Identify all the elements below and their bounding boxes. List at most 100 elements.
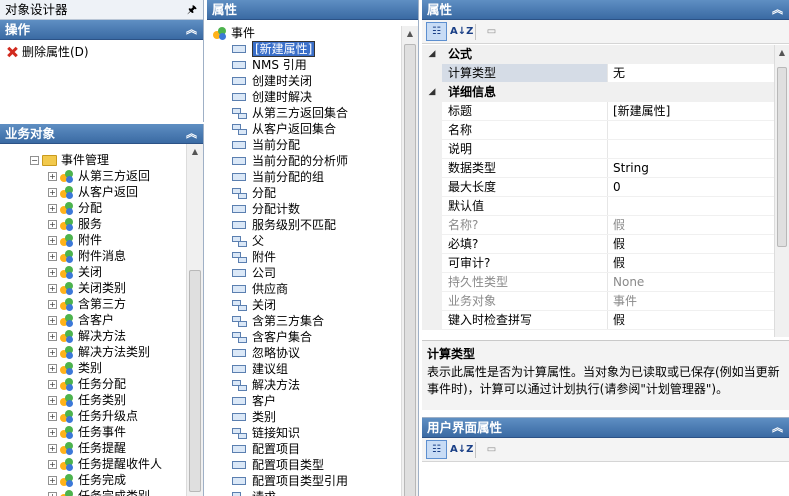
expand-toggle-icon[interactable]: + [48,363,57,373]
property-value[interactable]: 假 [608,216,774,234]
property-value[interactable] [608,140,774,158]
list-item[interactable]: + 任务升级点 [0,408,186,424]
attribute-item[interactable]: NMS 引用 [207,57,401,73]
attribute-root-incident[interactable]: 事件 [207,25,401,41]
attribute-item[interactable]: 从客户返回集合 [207,121,401,137]
collapse-triangle-icon[interactable]: ◢ [422,45,442,63]
property-row[interactable]: 标题 [新建属性] [422,102,774,121]
attribute-item[interactable]: 当前分配的组 [207,169,401,185]
delete-attribute-action[interactable]: 删除属性(D) [0,43,203,61]
attribute-item[interactable]: 供应商 [207,281,401,297]
attribute-item[interactable]: 类别 [207,409,401,425]
expand-toggle-icon[interactable]: + [48,475,57,485]
attribute-item[interactable]: 创建时关闭 [207,73,401,89]
list-item[interactable]: + 附件 [0,232,186,248]
property-pages-icon[interactable]: ▭ [481,22,502,41]
list-item[interactable]: + 从第三方返回 [0,168,186,184]
expand-toggle-icon[interactable]: + [48,411,57,421]
scroll-up-icon[interactable]: ▲ [402,26,418,42]
property-category[interactable]: ◢ 公式 [422,45,774,64]
attribute-item[interactable]: 含第三方集合 [207,313,401,329]
property-value[interactable]: 事件 [608,292,774,310]
list-item[interactable]: + 服务 [0,216,186,232]
attribute-item[interactable]: 链接知识 [207,425,401,441]
expand-toggle-icon[interactable]: + [48,187,57,197]
expand-toggle-icon[interactable]: + [48,379,57,389]
expand-toggle-icon[interactable]: + [48,395,57,405]
collapse-chevron-icon[interactable]: ︽ [186,124,197,144]
attribute-item[interactable]: 含客户集合 [207,329,401,345]
list-item[interactable]: + 任务类别 [0,392,186,408]
property-row[interactable]: 数据类型 String [422,159,774,178]
collapse-triangle-icon[interactable]: ◢ [422,83,442,101]
scroll-thumb[interactable] [404,44,416,496]
list-item[interactable]: + 任务完成类别 [0,488,186,496]
property-row[interactable]: 业务对象 事件 [422,292,774,311]
property-row[interactable]: 计算类型无 [422,64,774,83]
expand-toggle-icon[interactable]: + [48,251,57,261]
property-row[interactable]: 默认值 [422,197,774,216]
property-row[interactable]: 必填? 假 [422,235,774,254]
property-value[interactable] [608,197,774,215]
attribute-item[interactable]: 配置项目类型 [207,457,401,473]
list-item[interactable]: + 任务提醒 [0,440,186,456]
attribute-item[interactable]: 配置项目 [207,441,401,457]
property-value[interactable]: 假 [608,235,774,253]
business-objects-header[interactable]: 业务对象 ︽ [0,124,203,144]
property-row[interactable]: 名称? 假 [422,216,774,235]
scroll-thumb[interactable] [189,270,201,492]
expand-toggle-icon[interactable]: + [48,283,57,293]
attribute-item[interactable]: [新建属性] [207,41,401,57]
tree-root-incident-management[interactable]: − 事件管理 [0,152,186,168]
expand-toggle-icon[interactable]: + [48,235,57,245]
collapse-chevron-icon[interactable]: ︽ [186,20,197,40]
list-item[interactable]: + 从客户返回 [0,184,186,200]
attribute-item[interactable]: 分配 [207,185,401,201]
ui-properties-header[interactable]: 用户界面属性 ︽ [422,418,789,438]
property-row[interactable]: 说明 [422,140,774,159]
property-value[interactable]: String [608,159,774,177]
list-item[interactable]: + 分配 [0,200,186,216]
list-item[interactable]: + 任务事件 [0,424,186,440]
categorized-view-icon[interactable]: ☷ [426,22,447,41]
list-item[interactable]: + 含客户 [0,312,186,328]
attribute-item[interactable]: 父 [207,233,401,249]
property-value[interactable]: 0 [608,178,774,196]
attribute-item[interactable]: 分配计数 [207,201,401,217]
attributes-scrollbar[interactable]: ▲ [401,26,418,496]
list-item[interactable]: + 关闭类别 [0,280,186,296]
collapse-chevron-icon[interactable]: ︽ [772,418,783,438]
expand-toggle-icon[interactable]: + [48,347,57,357]
property-value[interactable]: 假 [608,311,774,329]
property-category[interactable]: ◢ 详细信息 [422,83,774,102]
list-item[interactable]: + 附件消息 [0,248,186,264]
property-value[interactable]: 无 [608,64,774,82]
actions-header[interactable]: 操作 ︽ [0,20,203,40]
property-pages-icon[interactable]: ▭ [481,440,502,459]
list-item[interactable]: + 解决方法类别 [0,344,186,360]
scroll-up-icon[interactable]: ▲ [775,45,789,61]
alphabetical-sort-icon[interactable]: A↓Z [449,22,473,41]
attribute-item[interactable]: 建议组 [207,361,401,377]
attribute-item[interactable]: 创建时解决 [207,89,401,105]
expand-toggle-icon[interactable]: + [48,219,57,229]
alphabetical-sort-icon[interactable]: A↓Z [449,440,473,459]
expand-toggle-icon[interactable]: + [48,299,57,309]
attribute-item[interactable]: 当前分配的分析师 [207,153,401,169]
categorized-view-icon[interactable]: ☷ [426,440,447,459]
collapse-chevron-icon[interactable]: ︽ [772,0,783,20]
attribute-item[interactable]: 忽略协议 [207,345,401,361]
property-value[interactable] [608,121,774,139]
property-value[interactable]: [新建属性] [608,102,774,120]
property-row[interactable]: 持久性类型 None [422,273,774,292]
attribute-item[interactable]: 解决方法 [207,377,401,393]
property-value[interactable]: None [608,273,774,291]
business-objects-scrollbar[interactable]: ▲ [186,144,203,496]
property-row[interactable]: 键入时检查拼写假 [422,311,774,330]
expand-toggle-icon[interactable]: + [48,267,57,277]
expand-toggle-icon[interactable]: + [48,443,57,453]
attribute-item[interactable]: 客户 [207,393,401,409]
collapse-toggle-icon[interactable]: − [30,155,39,165]
scroll-thumb[interactable] [777,67,787,247]
properties-header[interactable]: 属性 ︽ [422,0,789,20]
